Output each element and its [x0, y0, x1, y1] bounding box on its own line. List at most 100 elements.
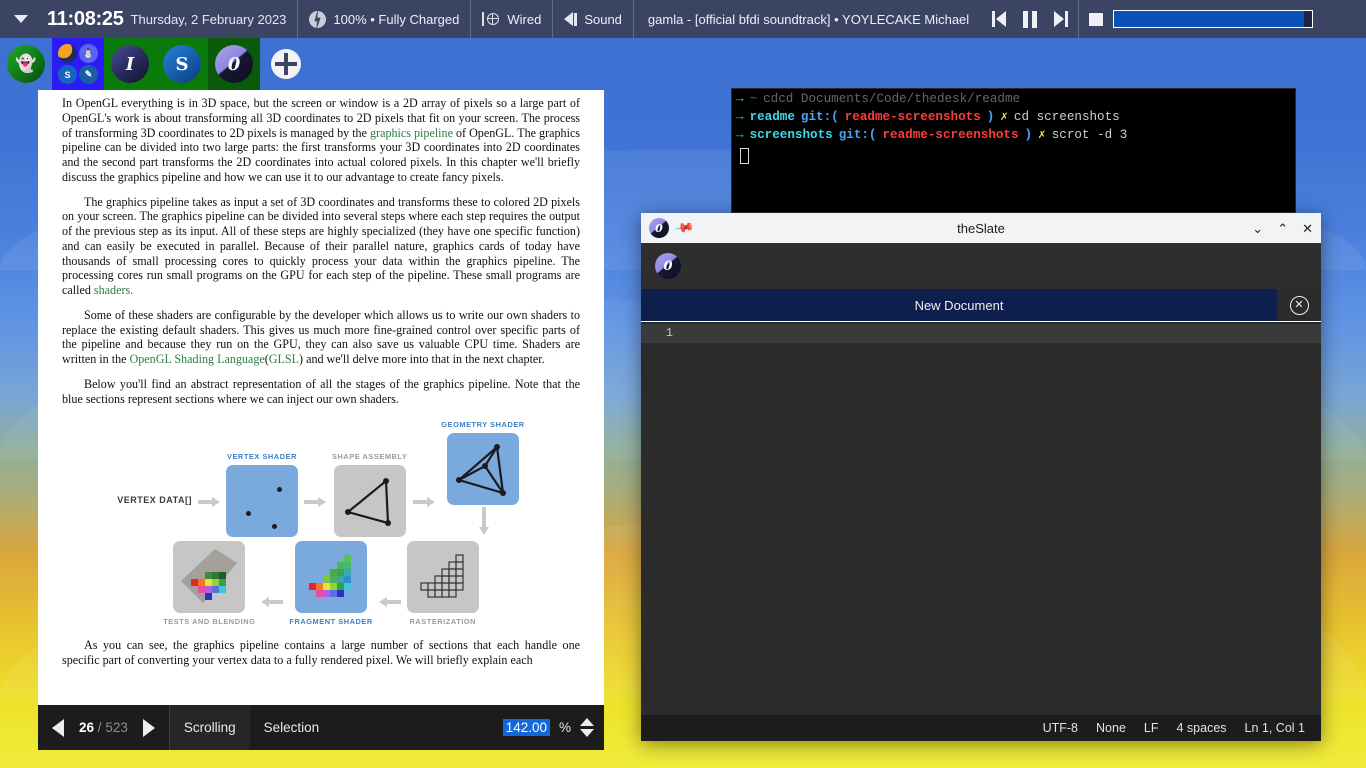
terminal-cursor	[740, 147, 749, 164]
dock-item-app-theslate[interactable]: 0	[208, 38, 260, 90]
mini-app-2-icon: ⛄	[79, 44, 98, 63]
graphics-pipeline-diagram: Vertex Data[] Vertex Shader Shape Assemb…	[62, 420, 580, 626]
open-folder-button[interactable]	[751, 253, 777, 279]
theslate-tabbar: New Document ✕	[641, 289, 1321, 321]
battery-widget[interactable]: 100% • Fully Charged	[298, 0, 472, 38]
stage-tests-blending-box	[173, 541, 246, 614]
pdf-zoom-unit: %	[558, 720, 571, 735]
theslate-editor[interactable]: 1	[641, 321, 1321, 715]
link-graphics-pipeline[interactable]: graphics pipeline	[370, 126, 453, 140]
pdf-mode-scrolling[interactable]: Scrolling	[169, 705, 250, 750]
dock-add-workspace-button[interactable]	[260, 38, 312, 90]
pdf-zoom-input[interactable]: 142.00	[502, 719, 550, 736]
terminal-window[interactable]: → ~ cdcd Documents/Code/thedesk/readme →…	[731, 88, 1296, 213]
editor-line-gutter: 1	[641, 322, 687, 715]
stage-fragment-shader-label: Fragment shader	[289, 617, 373, 627]
dock-item-app-group[interactable]: ⛄ S ✎	[52, 38, 104, 90]
pdf-para-2a: The graphics pipeline takes as input a s…	[62, 194, 580, 298]
editor-glyph: I	[125, 53, 135, 75]
tab-close-icon[interactable]: ✕	[1289, 295, 1309, 315]
save-file-button[interactable]	[799, 253, 825, 279]
close-icon[interactable]: ✕	[1302, 222, 1313, 235]
next-page-icon[interactable]	[142, 718, 155, 737]
caret-down-icon	[14, 15, 28, 23]
battery-icon	[309, 10, 327, 28]
previous-page-icon[interactable]	[52, 718, 64, 737]
pdf-page-nav: 26 / 523	[38, 705, 170, 750]
terminal-line-2-dir: readme	[749, 109, 795, 124]
panel-menu-button[interactable]	[0, 0, 36, 38]
status-cursor-position[interactable]: Ln 1, Col 1	[1245, 721, 1305, 735]
link-glsl-abbr[interactable]: GLSL	[269, 352, 299, 366]
stage-geometry-shader-label: Geometry Shader	[441, 420, 525, 430]
network-label: Wired	[507, 11, 542, 27]
status-line-ending[interactable]: LF	[1144, 721, 1159, 735]
pdf-paragraph-2: The graphics pipeline takes as input a s…	[62, 195, 580, 298]
pause-icon[interactable]	[1023, 10, 1038, 28]
stage-vertex-shader-label: Vertex Shader	[226, 452, 297, 462]
pdf-paragraph-4: Below you'll find an abstract representa…	[62, 376, 580, 406]
pipeline-arrow-down-icon	[478, 507, 489, 536]
pdf-viewer-window[interactable]: In OpenGL everything is in 3D space, but…	[38, 90, 604, 705]
stage-fragment-shader-box	[295, 541, 368, 614]
pipeline-arrow-3-icon	[413, 497, 436, 508]
sublime-glyph: S	[175, 53, 189, 75]
pdf-zoom-controls: 142.00 %	[502, 705, 604, 750]
dock-item-app-editor[interactable]: I	[104, 38, 156, 90]
clock-date: Thursday, 2 February 2023	[130, 11, 287, 27]
pdf-current-page: 26	[79, 720, 95, 735]
terminal-line-3-cmd: scrot -d 3	[1051, 127, 1128, 142]
prompt-arrow-icon: →	[736, 92, 744, 106]
minimize-icon[interactable]: ⌄	[1252, 222, 1263, 235]
link-glsl-language[interactable]: OpenGL Shading Language	[130, 352, 265, 366]
link-shaders[interactable]: shaders.	[94, 283, 133, 297]
volume-slider[interactable]	[1113, 10, 1314, 28]
status-encoding[interactable]: UTF-8	[1043, 721, 1078, 735]
new-file-button[interactable]	[703, 253, 729, 279]
pipeline-row-top: Vertex Data[] Vertex Shader Shape Assemb…	[62, 420, 580, 538]
pin-icon[interactable]: 📌	[673, 217, 695, 239]
theslate-glyph: 0	[227, 53, 241, 75]
terminal-line-1-dir: ~	[749, 92, 758, 106]
ghost-app-icon: 👻	[7, 45, 45, 83]
stage-vertex-shader-box	[225, 465, 298, 538]
sound-widget[interactable]: Sound	[553, 0, 634, 38]
tab-new-document[interactable]: New Document	[641, 289, 1277, 321]
maximize-icon[interactable]: ⌃	[1277, 222, 1288, 235]
pdf-toolbar: 26 / 523 Scrolling Selection 142.00 %	[38, 705, 604, 750]
clock-time: 11:08:25	[47, 7, 124, 30]
dock-item-app-ghost[interactable]: 👻	[0, 38, 52, 90]
theslate-logo-button[interactable]: 0	[655, 253, 681, 279]
pdf-mode-selection[interactable]: Selection	[250, 705, 334, 750]
status-indent[interactable]: 4 spaces	[1177, 721, 1227, 735]
zoom-stepper-icon[interactable]	[580, 718, 594, 737]
mini-app-1-icon	[58, 44, 77, 63]
stage-rasterization-box	[406, 541, 479, 614]
volume-widget	[1078, 0, 1323, 38]
terminal-line-2-git: git:(	[800, 109, 839, 124]
clock-widget[interactable]: 11:08:25 Thursday, 2 February 2023	[36, 0, 299, 38]
sound-label: Sound	[584, 11, 622, 27]
ghost-glyph: 👻	[15, 54, 37, 74]
editor-text-area[interactable]	[687, 322, 1321, 715]
next-track-icon[interactable]	[1054, 11, 1069, 27]
window-buttons: ⌄ ⌃ ✕	[1252, 222, 1313, 235]
network-wired-icon	[482, 11, 500, 27]
theslate-window[interactable]: 0 📌 theSlate ⌄ ⌃ ✕ 0 New Document ✕ 1 UT…	[641, 213, 1321, 741]
stage-shape-assembly-box	[333, 465, 406, 538]
now-playing-label: gamla - [official bfdi soundtrack] • YOY…	[647, 11, 970, 27]
git-dirty-icon-2: ✗	[1038, 127, 1046, 142]
status-syntax[interactable]: None	[1096, 721, 1126, 735]
mute-icon[interactable]	[1089, 12, 1104, 26]
dock-item-app-sublime[interactable]: S	[156, 38, 208, 90]
terminal-line-1: → ~ cdcd Documents/Code/thedesk/readme	[736, 91, 1291, 109]
prompt-arrow-icon-3: →	[736, 127, 744, 142]
network-widget[interactable]: Wired	[471, 0, 554, 38]
editor-current-line-highlight	[687, 324, 1321, 343]
stage-geometry-shader-box	[447, 433, 519, 506]
terminal-line-2: → readme git:(readme-screenshots) ✗ cd s…	[736, 109, 1291, 127]
theslate-logo-icon: 0	[649, 218, 669, 238]
theslate-titlebar[interactable]: 0 📌 theSlate ⌄ ⌃ ✕	[641, 213, 1321, 243]
previous-track-icon[interactable]	[992, 11, 1007, 27]
stage-tests-blending: Tests and Blending	[163, 541, 255, 626]
